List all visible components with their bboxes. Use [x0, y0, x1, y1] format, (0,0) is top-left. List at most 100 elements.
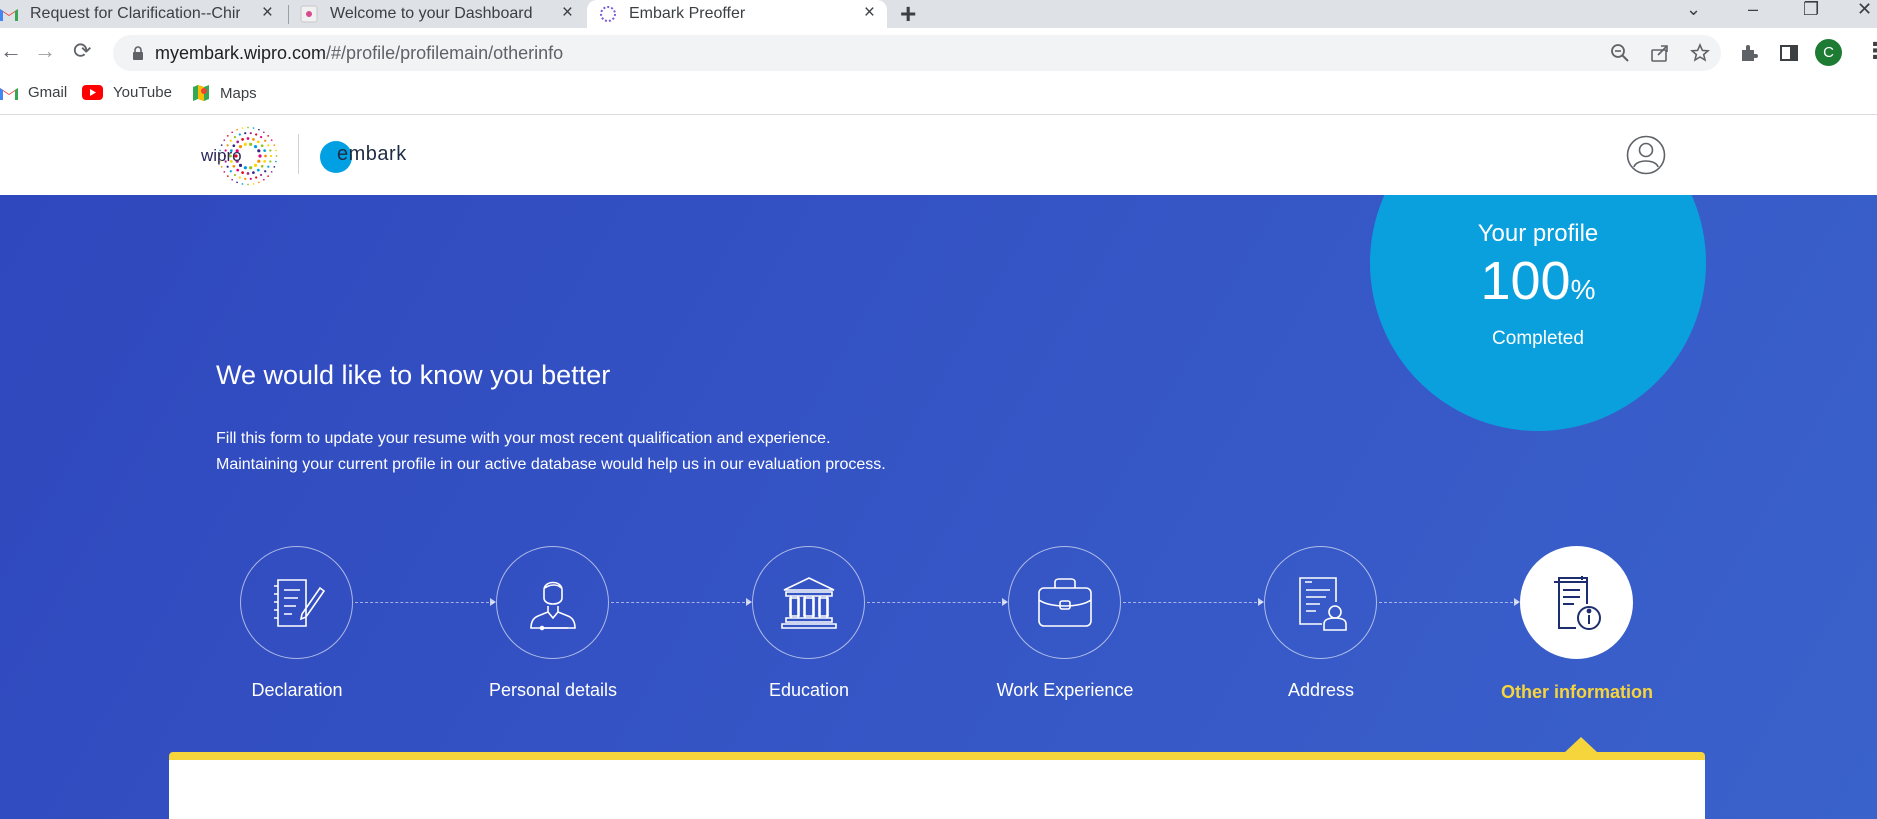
- progress-status: Completed: [1492, 328, 1584, 349]
- logo-dot: [275, 149, 277, 152]
- logo-dot: [252, 127, 255, 129]
- step-label-education[interactable]: Education: [694, 680, 924, 701]
- extensions-icon[interactable]: [1739, 43, 1759, 63]
- logo-dot: [231, 178, 234, 181]
- logo-dot: [238, 133, 241, 136]
- logo-dot: [241, 171, 244, 174]
- logo-dot: [229, 170, 232, 173]
- logo-dot: [247, 183, 249, 186]
- address-bar[interactable]: myembark.wipro.com/#/profile/profilemain…: [113, 35, 1721, 71]
- logo-dot: [256, 140, 260, 144]
- logo-dot: [258, 181, 260, 184]
- new-tab-button[interactable]: +: [900, 0, 916, 30]
- tab-dashboard[interactable]: Welcome to your Dashboard ×: [300, 0, 585, 28]
- page-title: We would like to know you better: [216, 360, 611, 390]
- bookmarks-bar: Gmail YouTube Maps: [0, 76, 1877, 115]
- profile-avatar[interactable]: C: [1815, 39, 1842, 66]
- tab-search-icon[interactable]: ⌄: [1686, 0, 1701, 20]
- logo-dot: [264, 154, 267, 158]
- logo-dot: [264, 139, 267, 142]
- site-header: wipro embark: [0, 116, 1877, 195]
- close-tab-icon[interactable]: ×: [864, 3, 875, 23]
- embark-logo-text[interactable]: embark: [337, 143, 407, 166]
- step-label-declaration[interactable]: Declaration: [182, 680, 412, 701]
- restore-icon[interactable]: ❐: [1803, 0, 1819, 20]
- minimize-icon[interactable]: –: [1748, 0, 1758, 20]
- logo-dot: [273, 144, 276, 146]
- back-button[interactable]: ←: [0, 38, 22, 64]
- close-window-icon[interactable]: ✕: [1857, 0, 1872, 20]
- gmail-icon: [0, 5, 18, 23]
- user-account-icon[interactable]: [1626, 135, 1666, 175]
- logo-dot: [273, 166, 276, 168]
- zoom-out-icon[interactable]: [1610, 43, 1630, 63]
- active-step-pointer: [1564, 737, 1598, 753]
- forward-button[interactable]: →: [34, 38, 56, 64]
- logo-dot: [263, 149, 266, 152]
- step-connector: [1123, 598, 1264, 606]
- logo-dot: [275, 160, 277, 163]
- step-connector: [867, 598, 1008, 606]
- step-label-other-information[interactable]: Other information: [1462, 682, 1692, 703]
- tab-separator: [288, 5, 289, 24]
- browser-menu-icon[interactable]: ⋮: [1864, 38, 1877, 64]
- step-label-personal-details[interactable]: Personal details: [438, 680, 668, 701]
- tab-embark-preoffer[interactable]: Embark Preoffer ×: [587, 0, 887, 28]
- logo-dot: [249, 166, 253, 170]
- tab-gmail[interactable]: Request for Clarification--Chirag ×: [0, 0, 285, 28]
- logo-dot: [246, 172, 250, 175]
- logo-dot: [252, 171, 255, 174]
- bookmark-maps[interactable]: Maps: [192, 84, 257, 102]
- logo-dot: [247, 126, 249, 129]
- side-panel-icon[interactable]: [1779, 43, 1799, 63]
- step-other-information[interactable]: [1520, 546, 1633, 659]
- step-label-address[interactable]: Address: [1206, 680, 1436, 701]
- close-tab-icon[interactable]: ×: [562, 3, 573, 23]
- step-connector: [611, 598, 752, 606]
- step-declaration[interactable]: [240, 546, 353, 659]
- logo-dot: [275, 155, 278, 157]
- url-path: /#/profile/profilemain/otherinfo: [326, 43, 564, 63]
- wipro-favicon: [599, 5, 617, 23]
- profile-hero: Your profile 100% Completed We would lik…: [0, 195, 1877, 819]
- reload-button[interactable]: ⟳: [73, 38, 91, 64]
- logo-dot: [253, 145, 258, 149]
- step-personal-details[interactable]: [496, 546, 609, 659]
- briefcase-icon: [1037, 577, 1092, 627]
- logo-dot: [267, 175, 269, 177]
- logo-text: wipro: [200, 146, 242, 165]
- logo-dot: [227, 135, 229, 137]
- url-text: myembark.wipro.com/#/profile/profilemain…: [155, 43, 563, 64]
- address-card-icon: [1298, 576, 1347, 631]
- share-icon[interactable]: [1650, 43, 1670, 63]
- step-address[interactable]: [1264, 546, 1377, 659]
- logo-dot: [227, 175, 229, 177]
- maps-icon: [192, 84, 210, 102]
- browser-tab-bar: Request for Clarification--Chirag × Welc…: [0, 0, 1877, 30]
- close-tab-icon[interactable]: ×: [262, 3, 273, 23]
- intro-text-line-2: Maintaining your current profile in our …: [216, 456, 886, 473]
- logo-dot: [267, 135, 269, 137]
- step-education[interactable]: [752, 546, 865, 659]
- logo-dot: [236, 168, 240, 172]
- bookmark-gmail[interactable]: Gmail: [0, 84, 67, 101]
- logo-dot: [244, 132, 247, 135]
- logo-dot: [257, 149, 261, 153]
- step-label-work-experience[interactable]: Work Experience: [950, 680, 1180, 701]
- logo-dot: [263, 160, 266, 163]
- logo-dot: [231, 131, 234, 134]
- bookmark-star-icon[interactable]: [1690, 43, 1710, 63]
- logo-dot: [236, 128, 238, 131]
- step-work-experience[interactable]: [1008, 546, 1121, 659]
- bookmark-youtube[interactable]: YouTube: [82, 84, 172, 101]
- logo-dot: [257, 159, 261, 163]
- tab-title: Welcome to your Dashboard: [330, 5, 533, 22]
- logo-dot: [233, 173, 237, 177]
- logo-dot: [256, 168, 260, 172]
- logo-dot: [255, 176, 258, 179]
- logo-dot: [259, 173, 263, 177]
- url-host: myembark.wipro.com: [155, 43, 327, 63]
- bookmark-label: Gmail: [28, 84, 68, 101]
- wipro-logo[interactable]: wipro: [200, 125, 278, 187]
- bookmark-label: Maps: [220, 84, 257, 102]
